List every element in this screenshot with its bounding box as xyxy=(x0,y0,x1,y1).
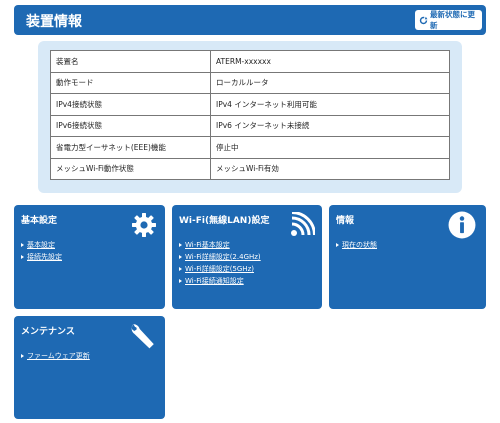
card-links: 基本設定 接続先設定 xyxy=(21,239,62,263)
row-label: 動作モード xyxy=(50,71,211,94)
row-label: IPv4接続状態 xyxy=(50,93,211,116)
gear-icon xyxy=(132,213,156,237)
card-maintenance: メンテナンス ファームウェア更新 xyxy=(14,316,165,419)
card-title: 基本設定 xyxy=(21,216,58,226)
table-row: IPv4接続状態 IPv4 インターネット利用可能 xyxy=(50,93,450,116)
row-label: 装置名 xyxy=(50,50,211,73)
row-value: メッシュWi-Fi有効 xyxy=(210,157,450,180)
table-row: 動作モード ローカルルータ xyxy=(50,71,450,94)
link-wifi-detail-5[interactable]: Wi-Fi詳細設定(5GHz) xyxy=(179,263,261,275)
info-icon xyxy=(448,211,476,239)
card-info: 情報 現在の状態 xyxy=(329,205,486,309)
refresh-button[interactable]: 最新状態に更新 xyxy=(415,10,482,30)
wifi-icon xyxy=(291,212,315,236)
card-links: Wi-Fi基本設定 Wi-Fi詳細設定(2.4GHz) Wi-Fi詳細設定(5G… xyxy=(179,239,261,287)
refresh-button-label: 最新状態に更新 xyxy=(430,10,475,30)
card-title: メンテナンス xyxy=(21,327,75,337)
card-wifi-settings: Wi-Fi(無線LAN)設定 Wi-Fi基本設定 Wi-Fi詳細設定(2.4GH… xyxy=(172,205,322,309)
wrench-icon xyxy=(131,324,154,349)
link-wifi-detail-24[interactable]: Wi-Fi詳細設定(2.4GHz) xyxy=(179,251,261,263)
row-label: 省電力型イーサネット(EEE)機能 xyxy=(50,136,211,159)
card-basic-settings: 基本設定 基本設定 接続先設定 xyxy=(14,205,165,309)
card-links: 現在の状態 xyxy=(336,239,377,251)
row-value: 停止中 xyxy=(210,136,450,159)
card-title: 情報 xyxy=(336,216,355,226)
link-connection-settings[interactable]: 接続先設定 xyxy=(21,251,62,263)
refresh-icon xyxy=(419,16,428,24)
link-firmware-update[interactable]: ファームウェア更新 xyxy=(21,350,90,362)
table-row: 装置名 ATERM-xxxxxx xyxy=(50,50,450,73)
row-label: IPv6接続状態 xyxy=(50,114,211,137)
row-value: ATERM-xxxxxx xyxy=(210,50,450,73)
row-label: メッシュWi-Fi動作状態 xyxy=(50,157,211,180)
card-links: ファームウェア更新 xyxy=(21,350,90,362)
device-info-panel: 装置名 ATERM-xxxxxx 動作モード ローカルルータ IPv4接続状態 … xyxy=(38,41,462,193)
card-title: Wi-Fi(無線LAN)設定 xyxy=(179,216,270,226)
link-current-status[interactable]: 現在の状態 xyxy=(336,239,377,251)
table-row: IPv6接続状態 IPv6 インターネット未接続 xyxy=(50,114,450,137)
page-header: 装置情報 最新状態に更新 xyxy=(14,5,486,35)
table-row: メッシュWi-Fi動作状態 メッシュWi-Fi有効 xyxy=(50,157,450,180)
link-basic-settings[interactable]: 基本設定 xyxy=(21,239,62,251)
row-value: IPv4 インターネット利用可能 xyxy=(210,93,450,116)
table-row: 省電力型イーサネット(EEE)機能 停止中 xyxy=(50,136,450,159)
page-title: 装置情報 xyxy=(26,14,82,30)
device-status-table: 装置名 ATERM-xxxxxx 動作モード ローカルルータ IPv4接続状態 … xyxy=(50,50,450,180)
link-wifi-notify[interactable]: Wi-Fi接続通知設定 xyxy=(179,275,261,287)
row-value: ローカルルータ xyxy=(210,71,450,94)
link-wifi-basic[interactable]: Wi-Fi基本設定 xyxy=(179,239,261,251)
row-value: IPv6 インターネット未接続 xyxy=(210,114,450,137)
